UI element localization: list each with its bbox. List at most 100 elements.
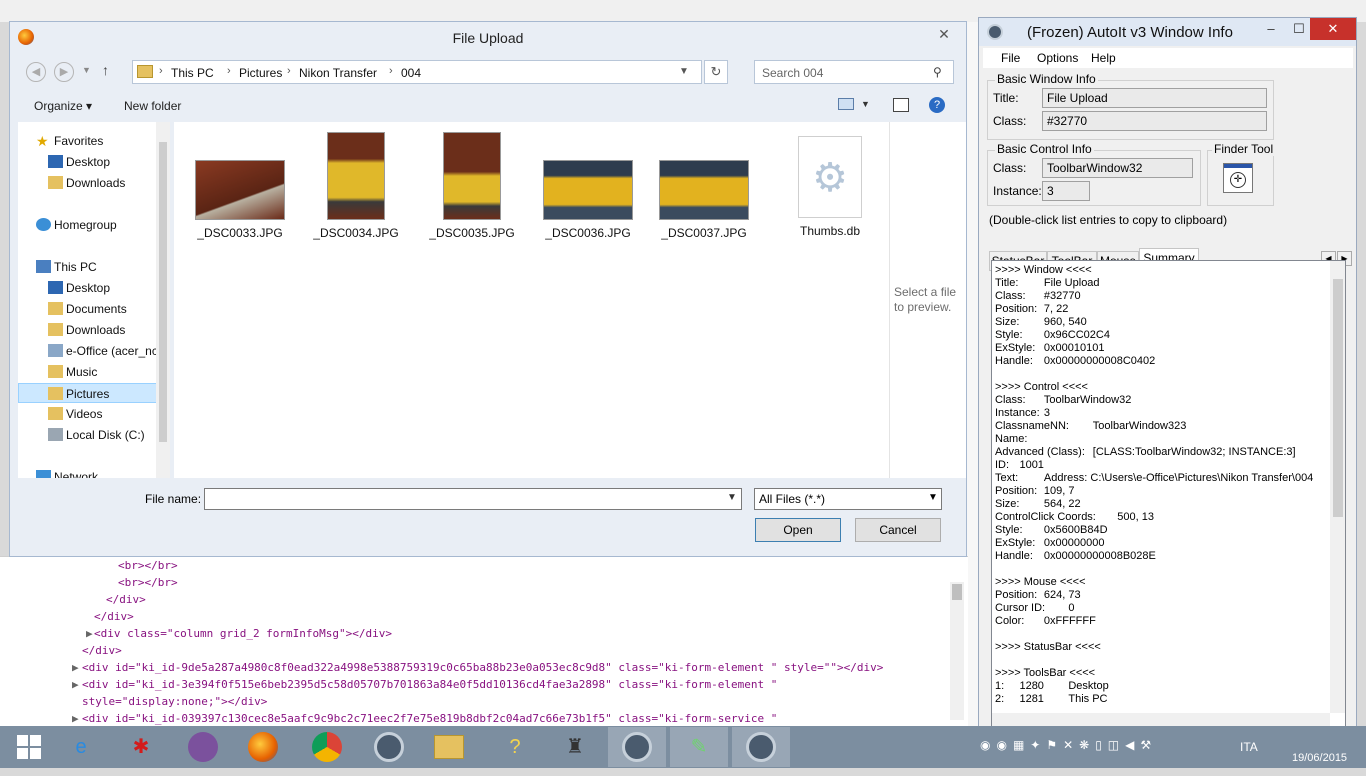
menu-file[interactable]: File: [1001, 51, 1020, 65]
devtools-scroll-thumb[interactable]: [952, 584, 962, 600]
class-label: Class:: [993, 114, 1027, 128]
nav-fav-desktop[interactable]: Desktop: [18, 152, 164, 172]
chevron-down-icon[interactable]: ▼: [679, 66, 689, 77]
preview-pane-icon[interactable]: [893, 98, 909, 112]
minimize-button[interactable]: –: [1257, 18, 1285, 40]
nav-pc-desktop[interactable]: Desktop: [18, 278, 164, 298]
recent-dropdown-icon[interactable]: ▼: [82, 65, 91, 75]
file-type-select[interactable]: All Files (*.*) ▼: [754, 488, 942, 510]
class-field[interactable]: #32770: [1042, 111, 1267, 131]
nav-pc-downloads[interactable]: Downloads: [18, 320, 164, 340]
summary-list[interactable]: >>>> Window <<<< Title: File Upload Clas…: [991, 260, 1346, 730]
file-item[interactable]: ⚙ Thumbs.db: [780, 136, 880, 238]
file-item[interactable]: _DSC0034.JPG: [306, 132, 406, 240]
nav-network[interactable]: Network: [18, 467, 164, 478]
chevron-right-icon[interactable]: ›: [287, 65, 291, 77]
ctrl-class-field[interactable]: ToolbarWindow32: [1042, 158, 1193, 178]
file-item[interactable]: _DSC0036.JPG: [538, 160, 638, 240]
refresh-button[interactable]: ↻: [704, 60, 728, 84]
chevron-down-icon[interactable]: ▼: [861, 99, 870, 109]
autoit-taskbar-icon-2[interactable]: [732, 727, 790, 767]
back-button[interactable]: ◀: [26, 62, 46, 82]
code-line: </div>: [82, 644, 122, 657]
language-indicator[interactable]: ITA: [1240, 740, 1258, 754]
firefox-taskbar-icon[interactable]: [234, 727, 292, 767]
breadcrumb-this-pc[interactable]: This PC: [171, 66, 214, 80]
view-options-icon[interactable]: [838, 98, 854, 110]
finder-tool[interactable]: ✛: [1223, 163, 1253, 193]
maximize-button[interactable]: ☐: [1285, 18, 1313, 40]
nav-music[interactable]: Music: [18, 362, 164, 382]
tray-icons[interactable]: ◉◉▦✦⚑✕❋▯◫◀⚒: [980, 738, 1157, 752]
start-button[interactable]: [0, 727, 58, 767]
nav-homegroup[interactable]: Homegroup: [18, 215, 164, 235]
expand-triangle-icon[interactable]: ▶: [72, 712, 79, 725]
code-line: <br></br>: [118, 576, 178, 589]
code-line[interactable]: <div id="ki_id-039397c130cec8e5aafc9c9bc…: [82, 712, 777, 725]
nav-documents[interactable]: Documents: [18, 299, 164, 319]
gear-file-icon: ⚙: [798, 136, 862, 218]
file-item[interactable]: _DSC0035.JPG: [422, 132, 522, 240]
help-icon[interactable]: ?: [929, 97, 945, 113]
up-arrow-icon[interactable]: ↑: [102, 62, 109, 78]
filename-input[interactable]: [204, 488, 742, 510]
downloads-folder-icon: [48, 323, 63, 336]
nav-local-disk[interactable]: Local Disk (C:): [18, 425, 164, 445]
instance-field[interactable]: 3: [1042, 181, 1090, 201]
breadcrumb-nikon-transfer[interactable]: Nikon Transfer: [299, 66, 377, 80]
viber-icon[interactable]: [174, 727, 232, 767]
code-line[interactable]: <div class="column grid_2 formInfoMsg"><…: [94, 627, 392, 640]
search-input[interactable]: Search 004 ⚲: [754, 60, 954, 84]
expand-triangle-icon[interactable]: ▶: [86, 627, 93, 640]
summary-scroll-thumb[interactable]: [1333, 279, 1343, 517]
ie-icon[interactable]: e: [52, 727, 110, 767]
address-bar[interactable]: › This PC › Pictures › Nikon Transfer › …: [132, 60, 702, 84]
editor-icon[interactable]: ✎: [670, 727, 728, 767]
search-icon[interactable]: ⚲: [933, 65, 942, 79]
breadcrumb-004[interactable]: 004: [401, 66, 421, 80]
nav-fav-downloads[interactable]: Downloads: [18, 173, 164, 193]
dialog-titlebar[interactable]: File Upload ✕: [10, 22, 966, 52]
expand-triangle-icon[interactable]: ▶: [72, 661, 79, 674]
close-button[interactable]: ✕: [1310, 18, 1356, 40]
nav-favorites[interactable]: ★ Favorites: [18, 131, 164, 151]
new-folder-button[interactable]: New folder: [124, 99, 181, 113]
close-button[interactable]: ✕: [930, 24, 958, 44]
autoit-info-taskbar-icon[interactable]: [608, 727, 666, 767]
title-field[interactable]: File Upload: [1042, 88, 1267, 108]
devtools-scrollbar[interactable]: [950, 582, 964, 720]
menu-options[interactable]: Options: [1037, 51, 1078, 65]
app-figure-icon[interactable]: ♜: [546, 727, 604, 767]
autoit-taskbar-icon[interactable]: [360, 727, 418, 767]
nav-pictures[interactable]: Pictures: [18, 383, 164, 403]
code-line[interactable]: <div id="ki_id-9de5a287a4980c8f0ead322a4…: [82, 661, 883, 674]
chevron-down-icon[interactable]: ▼: [727, 492, 737, 503]
autoit-titlebar[interactable]: (Frozen) AutoIt v3 Window Info – ☐ ✕: [979, 18, 1356, 46]
chevron-right-icon[interactable]: ›: [389, 65, 393, 77]
forward-button[interactable]: ▶: [54, 62, 74, 82]
open-button[interactable]: Open: [755, 518, 841, 542]
help-app-icon[interactable]: ?: [486, 727, 544, 767]
breadcrumb-pictures[interactable]: Pictures: [239, 66, 282, 80]
chevron-right-icon[interactable]: ›: [159, 65, 163, 77]
expand-triangle-icon[interactable]: ▶: [72, 678, 79, 691]
nav-eoffice[interactable]: e-Office (acer_nc: [18, 341, 164, 361]
menu-help[interactable]: Help: [1091, 51, 1116, 65]
address-row: ◀ ▶ ▼ ↑ › This PC › Pictures › Nikon Tra…: [18, 60, 960, 86]
chevron-right-icon[interactable]: ›: [227, 65, 231, 77]
summary-text[interactable]: >>>> Window <<<< Title: File Upload Clas…: [995, 264, 1330, 706]
clock-date[interactable]: 19/06/2015: [1292, 752, 1347, 764]
app-red-icon[interactable]: ✱: [112, 727, 170, 767]
nav-scroll-thumb[interactable]: [159, 142, 167, 442]
nav-this-pc[interactable]: This PC: [18, 257, 164, 277]
file-item[interactable]: _DSC0033.JPG: [190, 160, 290, 240]
cancel-button[interactable]: Cancel: [855, 518, 941, 542]
file-item[interactable]: _DSC0037.JPG: [654, 160, 754, 240]
dialog-title: File Upload: [452, 30, 524, 46]
code-line[interactable]: <div id="ki_id-3e394f0f515e6beb2395d5c58…: [82, 678, 777, 691]
organize-button[interactable]: Organize ▾: [34, 99, 92, 113]
chrome-icon[interactable]: [298, 727, 356, 767]
nav-videos[interactable]: Videos: [18, 404, 164, 424]
file-explorer-icon[interactable]: [420, 727, 478, 767]
chevron-down-icon[interactable]: ▼: [928, 492, 938, 503]
